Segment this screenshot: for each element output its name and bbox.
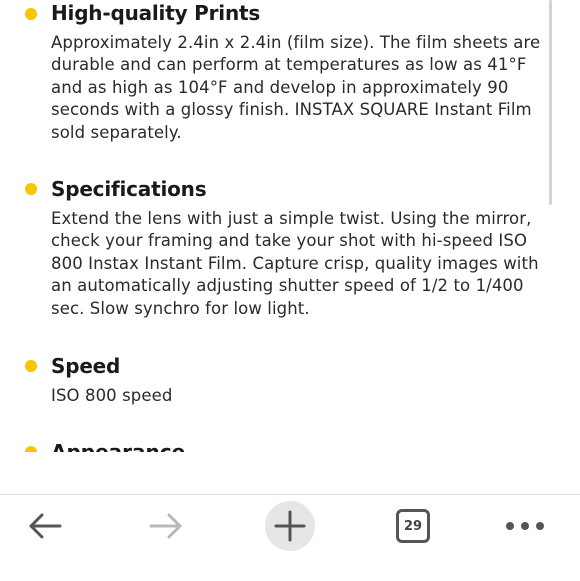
section-heading: Speed	[51, 354, 121, 378]
more-horizontal-icon	[506, 522, 544, 530]
plus-icon	[274, 510, 306, 542]
new-tab-button[interactable]	[255, 495, 325, 557]
section-body: Approximately 2.4in x 2.4in (film size).…	[51, 33, 541, 142]
section-heading: Specifications	[51, 177, 207, 201]
tab-count: 29	[403, 518, 423, 534]
arrow-left-icon	[29, 513, 62, 539]
back-button[interactable]	[10, 495, 80, 557]
browser-toolbar: 29	[0, 494, 580, 581]
bullet-dot	[25, 446, 37, 452]
product-details: High-quality Prints Approximately 2.4in …	[0, 0, 580, 452]
bullet-dot	[25, 360, 37, 372]
scrollbar[interactable]	[549, 0, 552, 205]
section-heading: High-quality Prints	[51, 1, 261, 25]
new-tab-background	[265, 501, 315, 551]
tabs-button[interactable]: 29	[378, 495, 448, 557]
section-body: ISO 800 speed	[51, 386, 173, 405]
arrow-right-icon	[149, 513, 182, 539]
bullet-dot	[25, 183, 37, 195]
forward-button[interactable]	[131, 495, 201, 557]
tab-count-icon: 29	[396, 509, 430, 543]
section-body: Extend the lens with just a simple twist…	[51, 209, 539, 318]
bullet-dot	[25, 8, 37, 20]
menu-button[interactable]	[490, 495, 560, 557]
section-heading-partial: Appearance	[51, 440, 186, 452]
